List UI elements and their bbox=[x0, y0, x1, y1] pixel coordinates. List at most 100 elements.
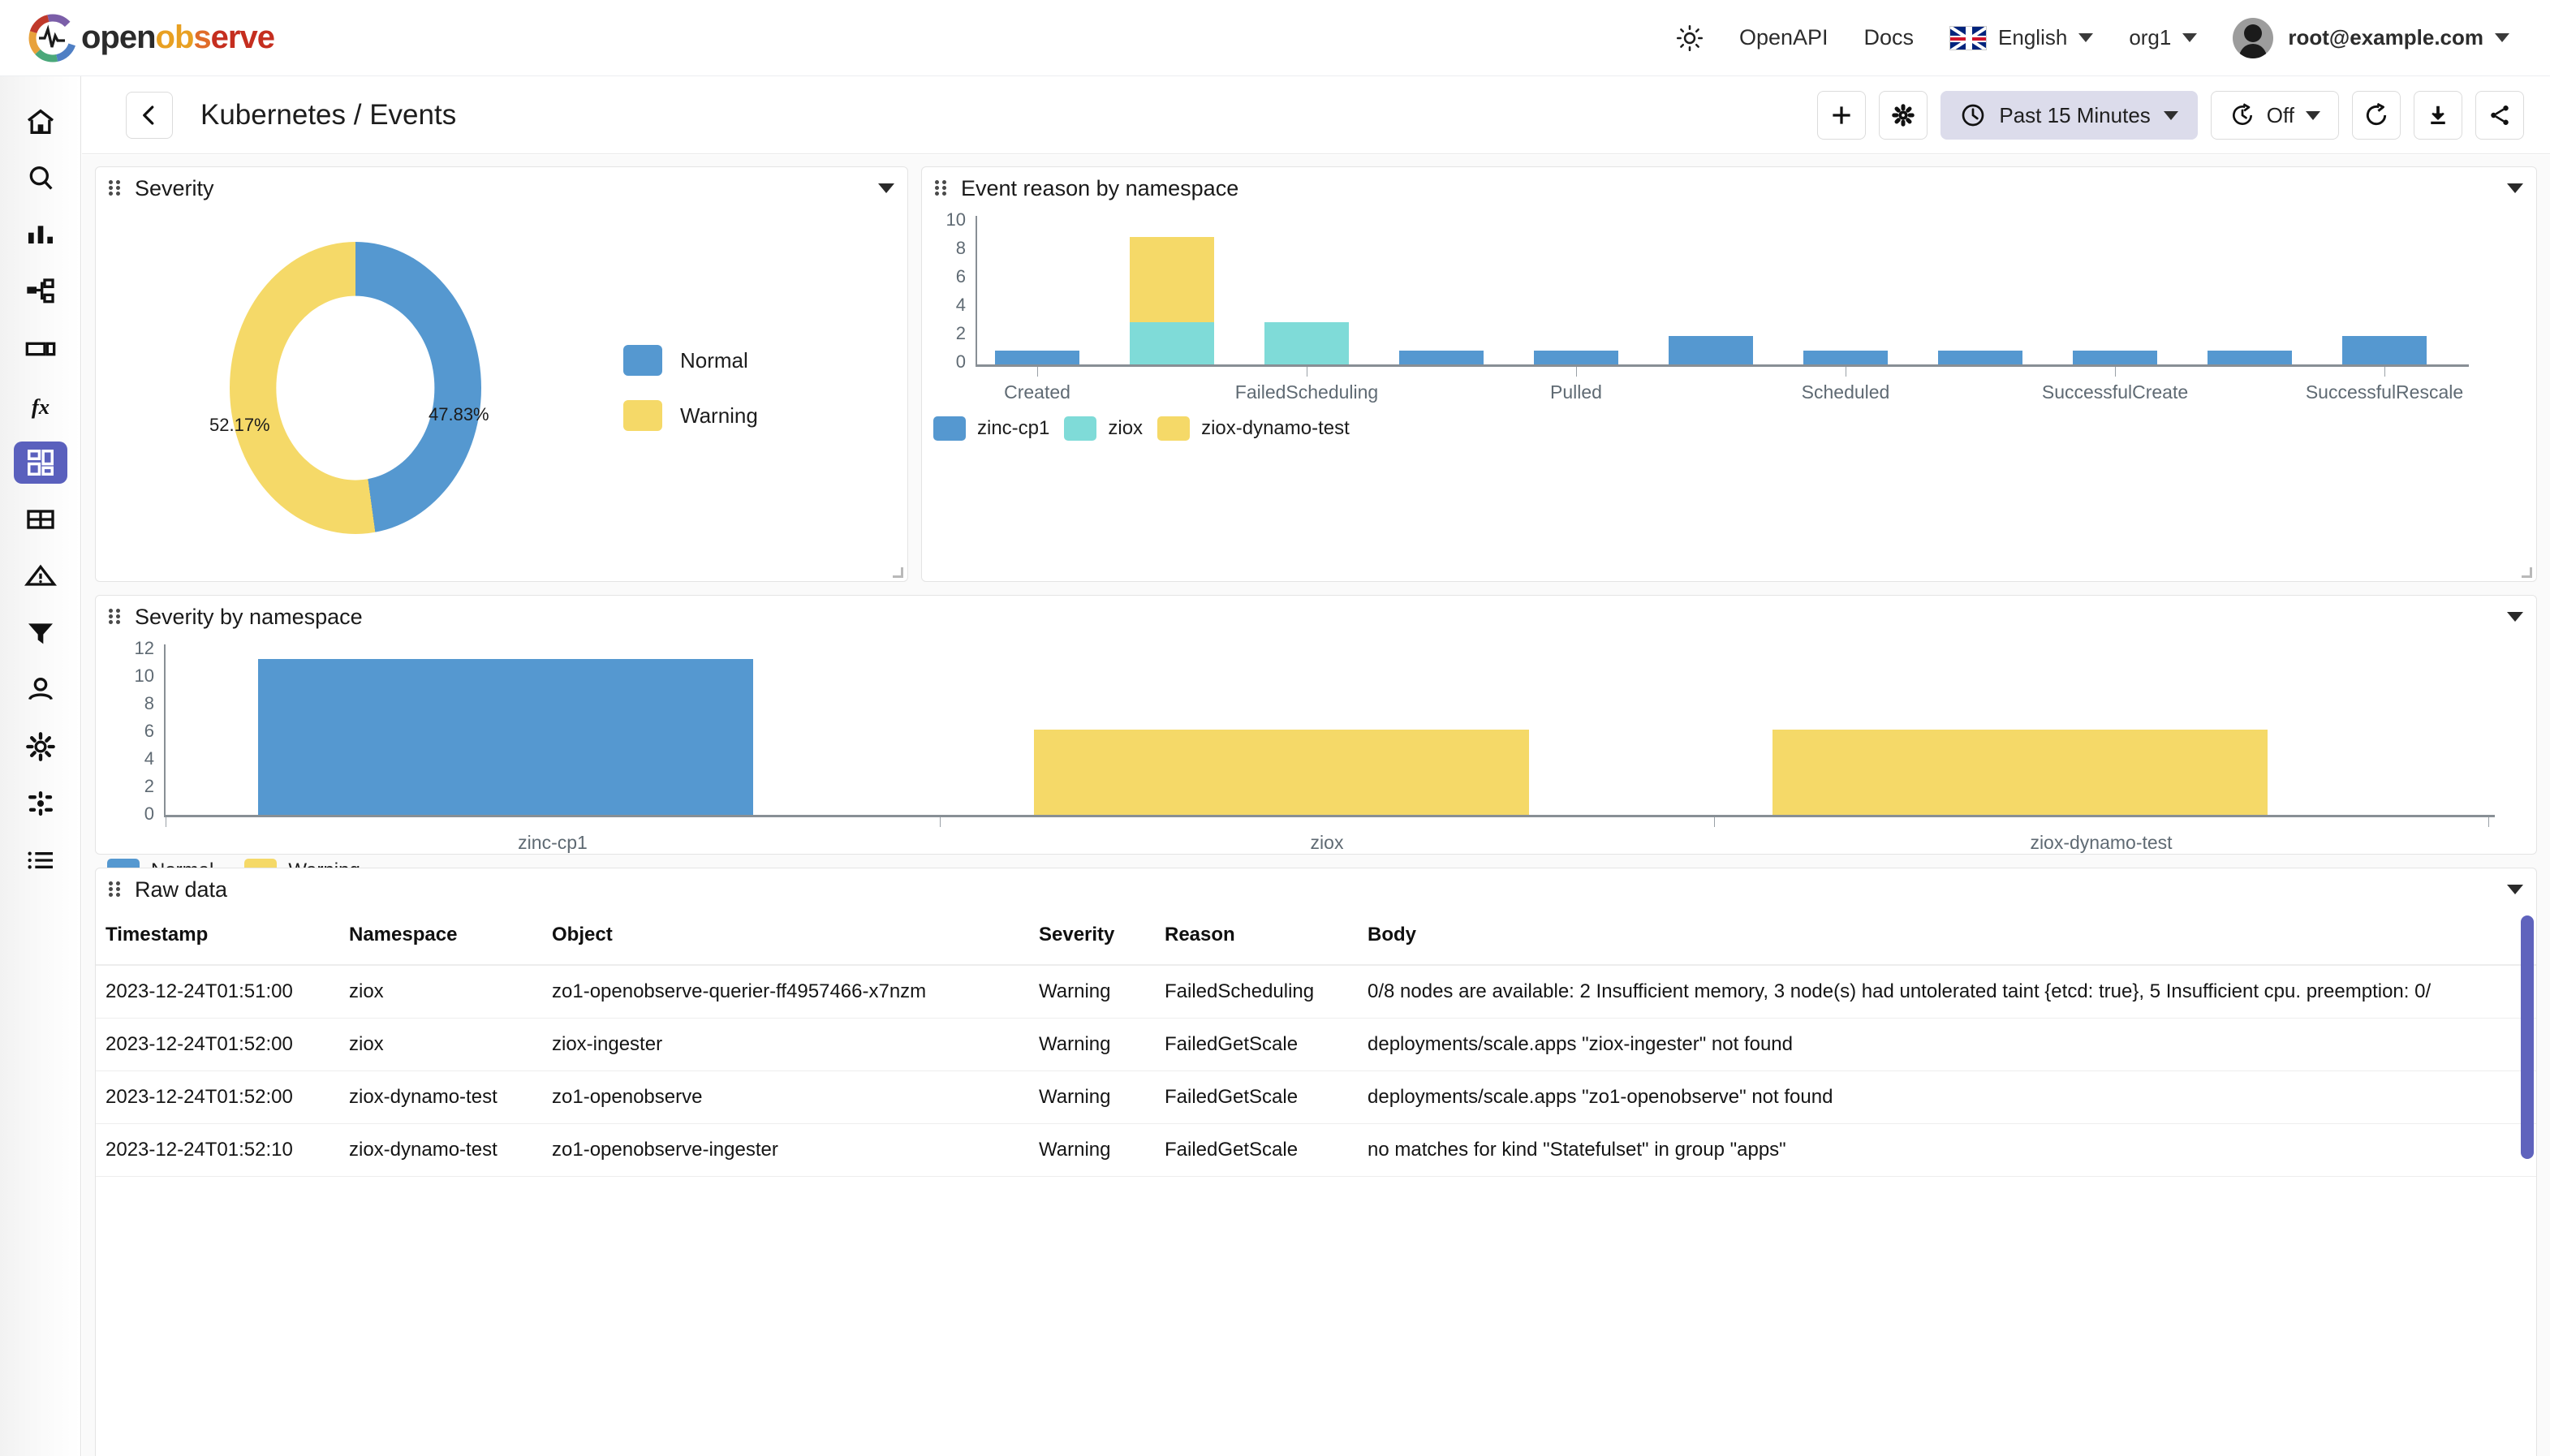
bar-successfulcreate-zinc-cp1[interactable] bbox=[1938, 351, 2022, 365]
sidebar-item-settings[interactable] bbox=[14, 726, 67, 768]
y-tick-label: 4 bbox=[120, 748, 154, 769]
column-header-timestamp[interactable]: Timestamp bbox=[96, 911, 339, 965]
legend-item[interactable]: Warning bbox=[623, 400, 758, 431]
sidebar-item-ingestion[interactable] bbox=[14, 612, 67, 654]
y-tick-label: 12 bbox=[120, 638, 154, 659]
panel-menu-chevron-icon[interactable] bbox=[2507, 183, 2523, 193]
sidebar-item-rum[interactable] bbox=[14, 328, 67, 370]
y-tick-label: 8 bbox=[120, 693, 154, 714]
y-tick-label: 2 bbox=[120, 776, 154, 797]
x-axis-line bbox=[164, 815, 2495, 817]
theme-toggle-button[interactable] bbox=[1658, 0, 1721, 76]
download-button[interactable] bbox=[2414, 91, 2462, 140]
bar-successfulrescale-zinc-cp1[interactable] bbox=[2208, 351, 2292, 365]
sidebar-item-home[interactable] bbox=[14, 101, 67, 143]
drag-handle-icon[interactable] bbox=[935, 179, 948, 197]
bar-failedscheduling-ziox-dynamo-test[interactable] bbox=[1130, 237, 1214, 322]
legend-swatch-ziox bbox=[1064, 416, 1096, 441]
bar-started-zinc-cp1[interactable] bbox=[1803, 351, 1888, 365]
table-row[interactable]: 2023-12-24T01:52:00 ziox ziox-ingester W… bbox=[96, 1019, 2536, 1071]
x-tick-label: Scheduled bbox=[1802, 381, 1890, 403]
time-range-selector[interactable]: Past 15 Minutes bbox=[1940, 91, 2197, 140]
dashboard-toolbar: Past 15 Minutes Off bbox=[1817, 91, 2550, 140]
bar-chart-icon bbox=[24, 219, 57, 252]
panel-severity-by-namespace: Severity by namespace 12 10 8 6 4 2 0 bbox=[95, 595, 2537, 855]
drag-handle-icon[interactable] bbox=[109, 179, 122, 197]
share-button[interactable] bbox=[2475, 91, 2524, 140]
bar-created-zinc-cp1[interactable] bbox=[995, 351, 1079, 365]
openapi-link[interactable]: OpenAPI bbox=[1721, 0, 1846, 76]
y-tick-label: 0 bbox=[120, 803, 154, 825]
dashboard-settings-button[interactable] bbox=[1879, 91, 1928, 140]
docs-link[interactable]: Docs bbox=[1846, 0, 1932, 76]
bar-successfuldelete-zinc-cp1[interactable] bbox=[2073, 351, 2157, 365]
drag-handle-icon[interactable] bbox=[109, 608, 122, 626]
sidebar-item-about[interactable] bbox=[14, 839, 67, 881]
bar-failedscheduling-ziox[interactable] bbox=[1130, 322, 1214, 365]
sidebar-item-users[interactable] bbox=[14, 669, 67, 711]
table-scrollbar[interactable] bbox=[2521, 915, 2534, 1456]
panel-menu-chevron-icon[interactable] bbox=[878, 183, 894, 193]
sidebar-item-integrations[interactable] bbox=[14, 782, 67, 825]
sidebar-item-traces[interactable] bbox=[14, 271, 67, 313]
panel-resize-handle[interactable] bbox=[893, 567, 903, 578]
org-selector[interactable]: org1 bbox=[2111, 0, 2215, 76]
bar-pulled-zinc-cp1[interactable] bbox=[1399, 351, 1484, 365]
cell-timestamp: 2023-12-24T01:52:10 bbox=[96, 1124, 339, 1177]
add-panel-button[interactable] bbox=[1817, 91, 1866, 140]
refresh-interval-selector[interactable]: Off bbox=[2211, 91, 2339, 140]
legend-item[interactable]: ziox-dynamo-test bbox=[1157, 416, 1350, 441]
panel-title: Raw data bbox=[135, 877, 227, 902]
cell-body: no matches for kind "Statefulset" in gro… bbox=[1358, 1124, 2536, 1177]
panel-resize-handle[interactable] bbox=[2522, 567, 2532, 578]
scrollbar-thumb[interactable] bbox=[2521, 915, 2534, 1159]
panel-menu-chevron-icon[interactable] bbox=[2507, 612, 2523, 622]
chart-legend: zinc-cp1 ziox ziox-dynamo-test bbox=[933, 416, 1350, 441]
bar-zinc-cp1-normal[interactable] bbox=[258, 659, 753, 816]
brand-logo[interactable]: openobserve bbox=[28, 13, 274, 63]
y-tick-label: 6 bbox=[930, 266, 966, 287]
cell-namespace: ziox-dynamo-test bbox=[339, 1124, 542, 1177]
cell-object: zo1-openobserve bbox=[542, 1071, 1029, 1124]
language-selector[interactable]: English bbox=[1932, 0, 2111, 76]
bar-failedgetscale-ziox[interactable] bbox=[1264, 322, 1349, 365]
user-menu[interactable]: root@example.com bbox=[2215, 0, 2527, 76]
legend-item[interactable]: zinc-cp1 bbox=[933, 416, 1049, 441]
column-header-body[interactable]: Body bbox=[1358, 911, 2536, 965]
column-header-object[interactable]: Object bbox=[542, 911, 1029, 965]
donut-label-warning: 52.17% bbox=[209, 415, 270, 436]
column-header-namespace[interactable]: Namespace bbox=[339, 911, 542, 965]
chevron-down-icon bbox=[2164, 111, 2178, 120]
cell-severity: Warning bbox=[1029, 1071, 1155, 1124]
panel-menu-chevron-icon[interactable] bbox=[2507, 885, 2523, 894]
raw-data-table: Timestamp Namespace Object Severity Reas… bbox=[96, 911, 2536, 1177]
sidebar-item-metrics[interactable] bbox=[14, 214, 67, 256]
column-header-severity[interactable]: Severity bbox=[1029, 911, 1155, 965]
bar-unhealthy-zinc-cp1[interactable] bbox=[2342, 336, 2427, 364]
column-header-reason[interactable]: Reason bbox=[1155, 911, 1358, 965]
x-tick bbox=[1714, 817, 1715, 827]
legend-item[interactable]: ziox bbox=[1064, 416, 1143, 441]
bar-pulling-zinc-cp1[interactable] bbox=[1534, 351, 1618, 365]
bar-scheduled-zinc-cp1[interactable] bbox=[1669, 336, 1753, 364]
back-button[interactable] bbox=[126, 92, 173, 139]
sidebar-item-dashboards[interactable] bbox=[14, 442, 67, 484]
table-row[interactable]: 2023-12-24T01:51:00 ziox zo1-openobserve… bbox=[96, 965, 2536, 1019]
drag-handle-icon[interactable] bbox=[109, 881, 122, 898]
plus-icon bbox=[1829, 103, 1854, 127]
bar-ziox-dynamo-test-warning[interactable] bbox=[1773, 730, 2268, 815]
sun-icon bbox=[1676, 24, 1704, 52]
chevron-down-icon bbox=[2078, 33, 2093, 42]
refresh-button[interactable] bbox=[2352, 91, 2401, 140]
cell-body: 0/8 nodes are available: 2 Insufficient … bbox=[1358, 965, 2536, 1019]
table-row[interactable]: 2023-12-24T01:52:10 ziox-dynamo-test zo1… bbox=[96, 1124, 2536, 1177]
donut-label-normal: 47.83% bbox=[429, 404, 489, 425]
sidebar-item-pipelines[interactable]: fx bbox=[14, 385, 67, 427]
sidebar-item-search[interactable] bbox=[14, 157, 67, 200]
sidebar-item-streams[interactable] bbox=[14, 498, 67, 541]
sidebar-item-alerts[interactable] bbox=[14, 555, 67, 597]
table-row[interactable]: 2023-12-24T01:52:00 ziox-dynamo-test zo1… bbox=[96, 1071, 2536, 1124]
bar-ziox-warning[interactable] bbox=[1034, 730, 1529, 815]
x-tick bbox=[1037, 367, 1038, 377]
legend-item[interactable]: Normal bbox=[623, 345, 758, 376]
